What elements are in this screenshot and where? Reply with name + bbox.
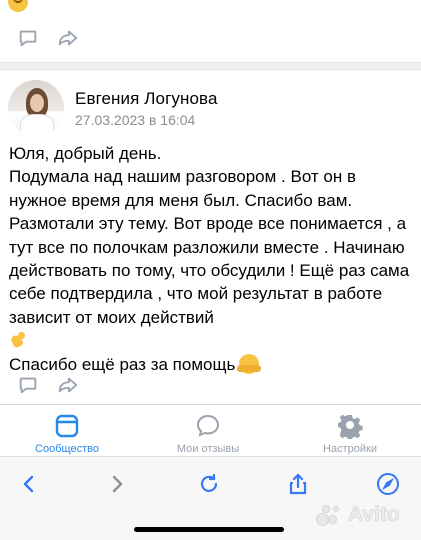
post-line: Подумала над нашим разговором . Вот он в…	[9, 167, 410, 327]
comment-icon[interactable]	[16, 26, 40, 50]
avito-logo-icon	[316, 503, 344, 527]
post-line: Юля, добрый день.	[9, 144, 162, 163]
share-icon[interactable]	[281, 467, 315, 501]
back-icon[interactable]	[12, 467, 46, 501]
author-name[interactable]: Евгения Логунова	[75, 89, 218, 109]
tab-bar: Сообщество Мои отзывы Настройки	[0, 404, 421, 456]
avatar-face	[30, 94, 44, 112]
post-actions	[16, 373, 80, 397]
home-indicator	[134, 527, 284, 532]
post-date: 27.03.2023 в 16:04	[75, 112, 196, 128]
post-separator	[0, 62, 421, 70]
tab-community[interactable]: Сообщество	[17, 413, 117, 455]
comment-icon[interactable]	[16, 373, 40, 397]
reviews-icon	[196, 414, 220, 437]
reload-icon[interactable]	[192, 467, 226, 501]
settings-icon	[338, 414, 363, 439]
post-line: Спасибо ещё раз за помощь	[9, 354, 236, 374]
tab-label: Настройки	[323, 443, 377, 455]
avito-watermark: Avito	[316, 500, 400, 530]
avito-watermark-text: Avito	[348, 503, 400, 527]
tab-label: Сообщество	[35, 443, 99, 455]
share-post-icon[interactable]	[56, 26, 80, 50]
tab-label: Мои отзывы	[176, 443, 240, 455]
tab-my-reviews[interactable]: Мои отзывы	[158, 413, 258, 455]
share-post-icon[interactable]	[56, 373, 80, 397]
smiling-face-icon	[8, 0, 28, 12]
post-text: Юля, добрый день. Подумала над нашим раз…	[9, 142, 414, 376]
tab-settings[interactable]: Настройки	[300, 413, 400, 455]
avatar-body	[20, 114, 54, 136]
forward-icon[interactable]	[100, 467, 134, 501]
compass-icon[interactable]	[371, 467, 405, 501]
flexed-biceps-icon	[9, 331, 29, 349]
avatar[interactable]	[8, 80, 64, 136]
hugging-face-icon	[237, 353, 262, 374]
community-icon	[55, 414, 79, 438]
previous-post-actions	[16, 26, 80, 50]
